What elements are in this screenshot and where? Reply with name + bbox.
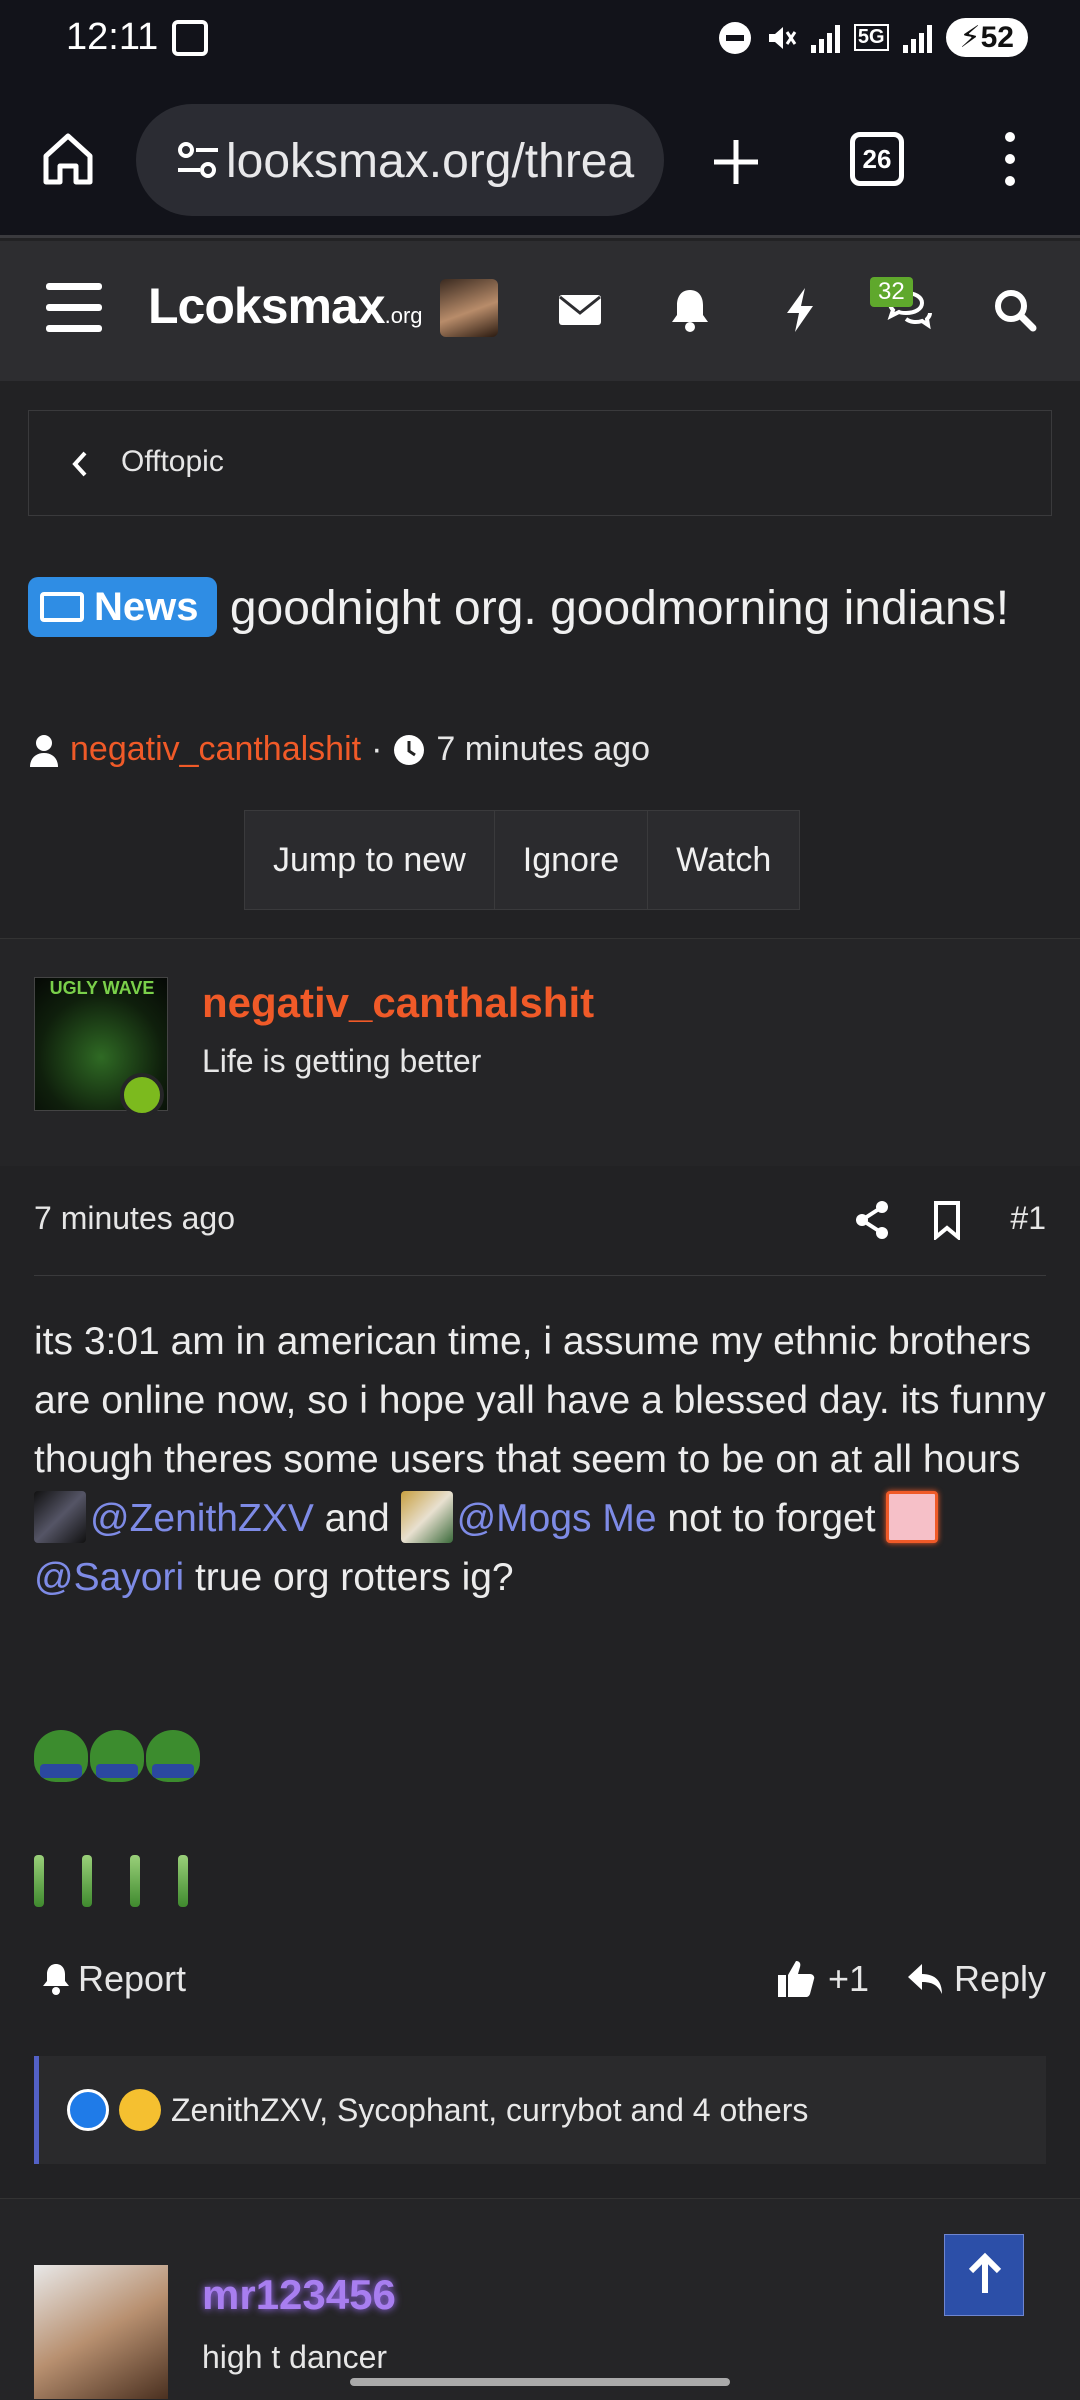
breadcrumb[interactable]: Offtopic [28, 410, 1052, 516]
post-footer: Report +1 Reply [34, 1958, 1046, 2018]
post-time[interactable]: 7 minutes ago [34, 1200, 235, 1237]
newspaper-icon [40, 592, 84, 622]
tab-switcher-button[interactable]: 26 [850, 132, 904, 186]
clock-icon [394, 734, 425, 765]
bolt-icon[interactable] [775, 285, 825, 335]
reactions-summary: ZenithZXV, Sycophant, currybot and 4 oth… [171, 2091, 809, 2128]
asparagus-emoji [130, 1855, 140, 1907]
post-text-2: not to forget [656, 1497, 887, 1540]
mention-sayori[interactable]: @Sayori [34, 1556, 184, 1599]
address-bar[interactable]: looksmax.org/threa [136, 104, 664, 216]
report-button[interactable]: Report [40, 1958, 186, 2000]
signal-icon-2 [902, 23, 932, 53]
ignore-button[interactable]: Ignore [494, 811, 649, 909]
site-logo[interactable]: Lcoksmax.org [148, 277, 423, 335]
signal-icon [810, 23, 840, 53]
home-icon[interactable] [40, 130, 96, 186]
bell-icon [43, 1964, 69, 1995]
avatar-text: UGLY WAVE [49, 978, 155, 998]
menu-icon[interactable] [46, 283, 102, 332]
mention-mogs[interactable]: @Mogs Me [457, 1497, 657, 1540]
logo-suffix: .org [384, 303, 423, 328]
scroll-to-top-button[interactable] [944, 2234, 1024, 2316]
emoji-row-pepe [34, 1730, 200, 1782]
network-type: 5G [853, 24, 889, 51]
news-prefix-badge[interactable]: News [28, 577, 217, 637]
arrow-up-icon [968, 2252, 1002, 2293]
asparagus-emoji [82, 1855, 92, 1907]
search-icon[interactable] [990, 285, 1040, 335]
jump-to-new-button[interactable]: Jump to new [245, 811, 495, 909]
reply-label: Reply [953, 1958, 1046, 1999]
asparagus-emoji [178, 1855, 188, 1907]
status-icons: 5G ⚡52 [718, 18, 1028, 57]
gesture-bar [350, 2378, 730, 2386]
bookmark-icon[interactable] [932, 1200, 962, 1240]
user-icon [30, 734, 58, 767]
browser-toolbar: looksmax.org/threa 26 [0, 80, 1080, 238]
thread-actions: Jump to new Ignore Watch [244, 810, 801, 910]
thread-time: 7 minutes ago [436, 730, 651, 768]
post-number[interactable]: #1 [1010, 1200, 1046, 1237]
next-post-user-block: mr123456 high t dancer [0, 2198, 1080, 2400]
report-label: Report [78, 1958, 187, 1999]
pepe-emoji [34, 1730, 88, 1782]
post-text-1: its 3:01 am in american time, i assume m… [34, 1320, 1046, 1481]
thread-title-text: goodnight org. goodmorning indians! [229, 582, 1010, 635]
post-text-3: true org rotters ig? [184, 1556, 514, 1599]
mention-zenith[interactable]: @ZenithZXV [90, 1497, 314, 1540]
reply-icon [907, 1964, 942, 1994]
like-reaction-icon [67, 2089, 109, 2131]
chevron-left-icon [72, 451, 87, 477]
post-user-title: Life is getting better [202, 1043, 482, 1079]
asparagus-emoji [34, 1855, 44, 1907]
post-user-block: UGLY WAVE negativ_canthalshit Life is ge… [0, 938, 1080, 1166]
account-avatar[interactable] [440, 279, 498, 337]
like-count: +1 [828, 1958, 870, 1999]
screenshot-icon [172, 20, 208, 56]
mention-avatar-mogs [400, 1491, 453, 1543]
laugh-reaction-icon [119, 2089, 161, 2131]
post-body: its 3:01 am in american time, i assume m… [34, 1312, 1054, 1607]
post-username[interactable]: mr123456 [202, 2271, 396, 2319]
logo-text: Lcoksmax [148, 278, 386, 334]
more-menu-icon[interactable] [1000, 132, 1020, 192]
post-meta: 7 minutes ago #1 [34, 1196, 1046, 1276]
new-tab-icon[interactable] [706, 132, 766, 192]
mention-avatar-sayori [886, 1491, 939, 1543]
user-avatar[interactable] [34, 2265, 168, 2399]
watch-button[interactable]: Watch [648, 811, 800, 909]
inbox-icon[interactable] [555, 285, 605, 335]
thread-meta: negativ_canthalshit · 7 minutes ago [28, 730, 650, 769]
post-text-and: and [313, 1497, 401, 1540]
mute-icon [768, 26, 797, 49]
notification-badge: 32 [870, 277, 913, 307]
reply-button[interactable]: Reply [906, 1958, 1046, 2000]
share-icon[interactable] [854, 1200, 890, 1240]
thread-author-link[interactable]: negativ_canthalshit [70, 730, 361, 769]
like-button[interactable]: +1 [776, 1958, 869, 2000]
dnd-icon [718, 21, 751, 54]
pepe-emoji [90, 1730, 144, 1782]
bell-icon[interactable] [665, 285, 715, 335]
reactions-bar[interactable]: ZenithZXV, Sycophant, currybot and 4 oth… [34, 2056, 1046, 2164]
status-time: 12:11 [66, 16, 159, 58]
breadcrumb-label: Offtopic [121, 445, 224, 478]
url-text: looksmax.org/threa [226, 135, 635, 188]
news-prefix-label: News [94, 585, 199, 629]
battery-level: 52 [980, 21, 1014, 54]
thumbs-up-icon [778, 1961, 815, 1997]
site-settings-icon[interactable] [176, 140, 220, 180]
site-header: Lcoksmax.org 32 [0, 241, 1080, 381]
pepe-emoji [146, 1730, 200, 1782]
post-user-title: high t dancer [202, 2339, 388, 2375]
thread-title: News goodnight org. goodmorning indians! [28, 574, 1058, 644]
meta-separator: · [371, 730, 383, 768]
battery-indicator: ⚡52 [945, 18, 1028, 57]
emoji-row-asparagus [34, 1855, 188, 1907]
post-username[interactable]: negativ_canthalshit [202, 979, 594, 1027]
online-indicator [120, 1073, 164, 1117]
mention-avatar-zenith [34, 1491, 86, 1543]
status-bar: 12:11 5G ⚡52 [0, 0, 1080, 80]
